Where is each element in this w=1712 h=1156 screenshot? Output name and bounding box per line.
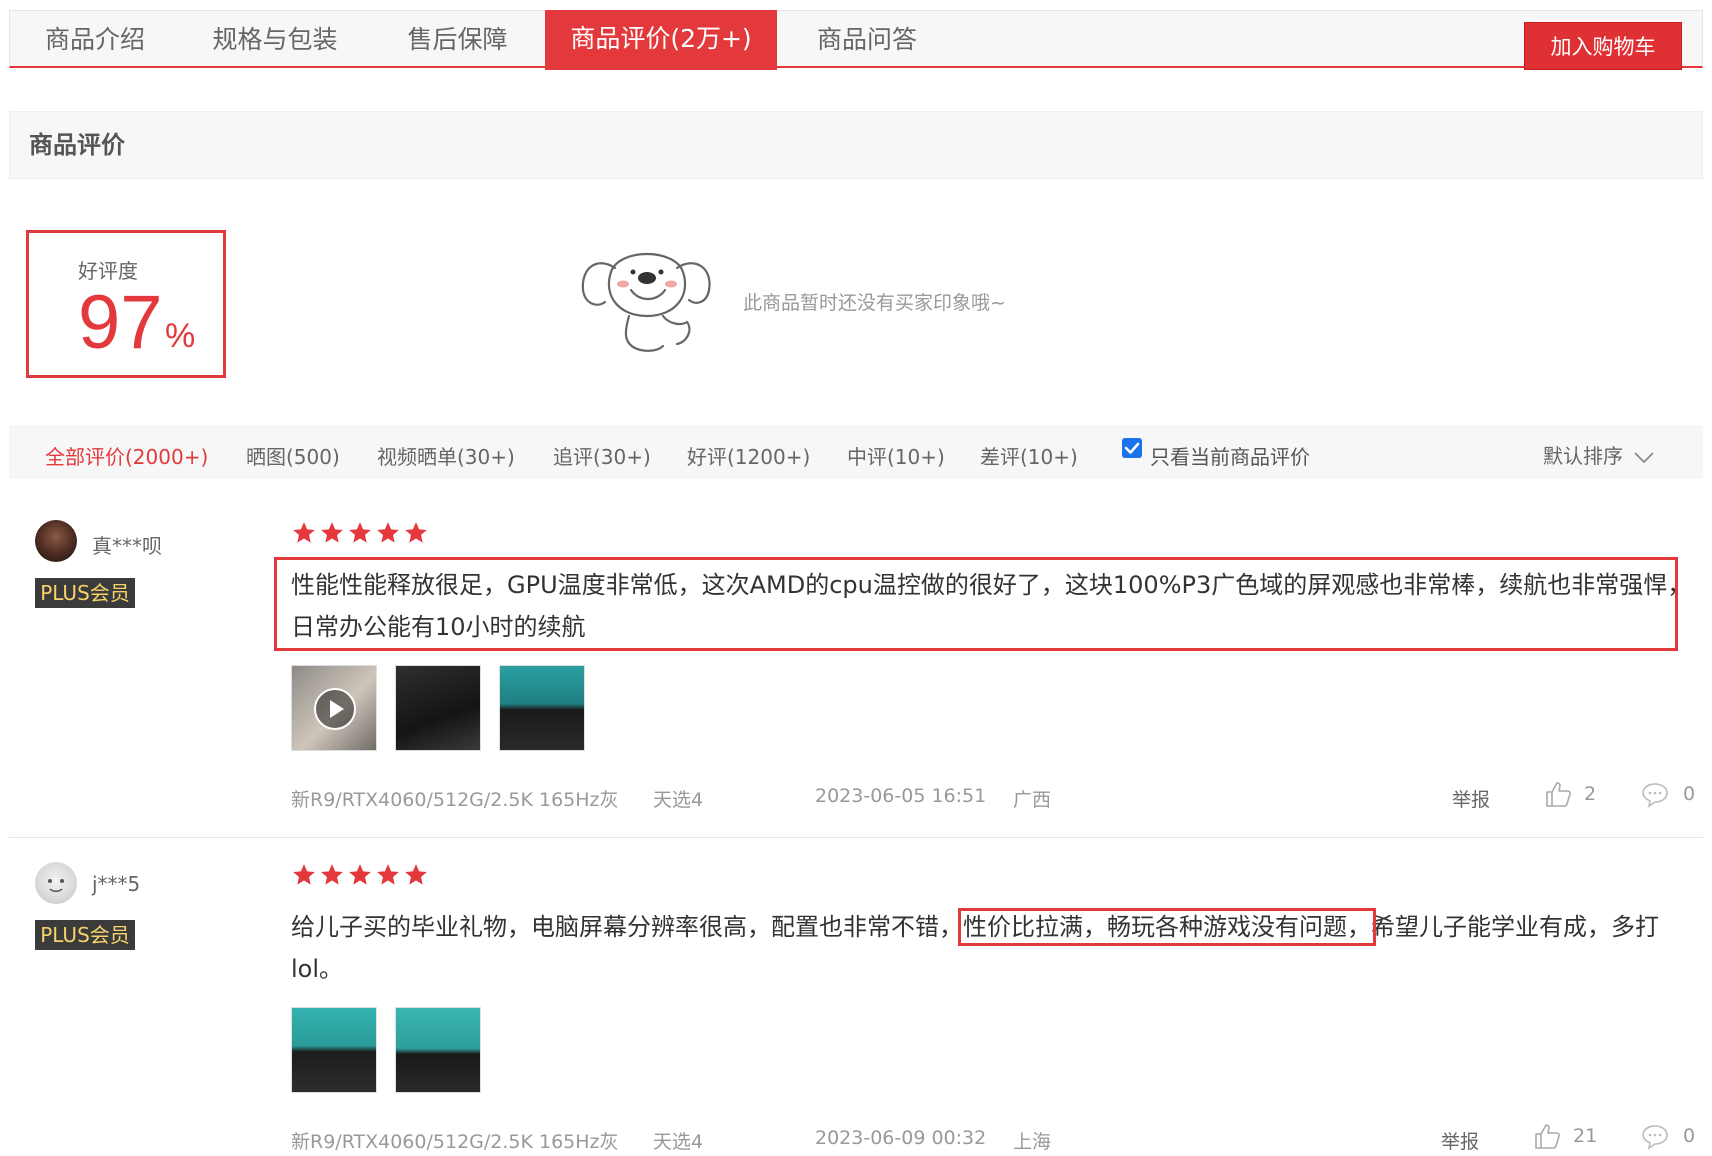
review-divider (9, 837, 1703, 838)
avatar[interactable] (35, 520, 77, 562)
add-to-cart-button[interactable]: 加入购物车 (1524, 22, 1682, 70)
sort-dropdown[interactable]: 默认排序 (1543, 440, 1655, 469)
like-count: 2 (1584, 782, 1597, 805)
tab-product-intro[interactable]: 商品介绍 (10, 11, 180, 69)
tab-reviews[interactable]: 商品评价(2万+) (545, 10, 777, 70)
review-date: 2023-06-05 16:51 (815, 785, 987, 807)
default-avatar-icon (48, 879, 64, 892)
positive-rate-box: 好评度 97 % (26, 230, 226, 378)
filter-followup[interactable]: 追评(30+) (553, 441, 651, 470)
review-content-highlight: 性价比拉满，畅玩各种游戏没有问题， (958, 908, 1376, 946)
tab-after-sale[interactable]: 售后保障 (370, 11, 545, 69)
positive-rate-value: 97 (78, 280, 163, 365)
comment-icon (1642, 783, 1668, 808)
like-count: 21 (1573, 1124, 1598, 1147)
comment-count: 0 (1683, 782, 1696, 805)
play-icon (314, 688, 356, 730)
review-image-thumb[interactable] (395, 1007, 481, 1093)
thumbs-up-icon (1546, 782, 1571, 807)
tab-spec-package[interactable]: 规格与包装 (180, 11, 370, 69)
section-title: 商品评价 (9, 111, 1703, 179)
star-icon (293, 864, 315, 885)
review-content-line: lol。 (291, 955, 344, 983)
comment-button[interactable]: 0 (1641, 780, 1695, 808)
checkmark-icon (1124, 442, 1140, 454)
comment-count: 0 (1683, 1124, 1696, 1147)
comment-icon (1642, 1125, 1668, 1150)
chevron-down-icon (1634, 451, 1654, 463)
review-content: 性能性能释放很足，GPU温度非常低，这次AMD的cpu温控做的很好了，这块100… (291, 564, 1691, 648)
product-spec: 新R9/RTX4060/512G/2.5K 165Hz灰 (291, 1131, 619, 1153)
product-model: 天选4 (653, 1131, 704, 1153)
review-content-line: 性能性能释放很足，GPU温度非常低，这次AMD的cpu温控做的很好了，这块100… (291, 571, 1692, 599)
review-content: 给儿子买的毕业礼物，电脑屏幕分辨率很高，配置也非常不错，性价比拉满，畅玩各种游戏… (291, 906, 1691, 990)
review-date: 2023-06-09 00:32 (815, 1127, 987, 1149)
filter-neutral[interactable]: 中评(10+) (847, 441, 945, 470)
no-impression-text: 此商品暂时还没有买家印象哦~ (743, 292, 1006, 314)
filter-videos[interactable]: 视频晒单(30+) (377, 441, 515, 470)
review-images (291, 1007, 481, 1093)
comment-button[interactable]: 0 (1641, 1122, 1695, 1150)
review-content-segment: 给儿子买的毕业礼物，电脑屏幕分辨率很高，配置也非常不错， (291, 913, 963, 941)
like-button[interactable]: 21 (1533, 1122, 1597, 1150)
only-current-label[interactable]: 只看当前商品评价 (1150, 441, 1310, 470)
star-icon (293, 522, 315, 543)
reviewer-name: j***5 (92, 872, 141, 896)
only-current-checkbox[interactable] (1122, 438, 1142, 458)
filter-positive[interactable]: 好评(1200+) (687, 441, 810, 470)
avatar[interactable] (35, 862, 77, 904)
report-link[interactable]: 举报 (1441, 1127, 1479, 1154)
sort-label: 默认排序 (1543, 444, 1623, 468)
star-icon (377, 864, 399, 885)
star-icon (405, 522, 427, 543)
star-rating (291, 520, 429, 546)
plus-member-badge: PLUS会员 (35, 920, 135, 950)
review-content-segment: 希望儿子能学业有成，多打 (1371, 913, 1659, 941)
product-model: 天选4 (653, 789, 704, 811)
review-images (291, 665, 585, 751)
star-icon (349, 864, 371, 885)
review-image-thumb[interactable] (291, 1007, 377, 1093)
star-icon (321, 864, 343, 885)
review-content-line: 日常办公能有10小时的续航 (291, 613, 586, 641)
star-icon (349, 522, 371, 543)
review-item: j***5 PLUS会员 给儿子买的毕业礼物，电脑屏幕分辨率很高，配置也非常不错… (9, 842, 1703, 1154)
review-region: 上海 (1013, 1131, 1052, 1153)
like-button[interactable]: 2 (1544, 780, 1596, 808)
tab-qa[interactable]: 商品问答 (777, 11, 957, 69)
filter-negative[interactable]: 差评(10+) (980, 441, 1078, 470)
review-image-thumb[interactable] (499, 665, 585, 751)
review-item: 真***呗 PLUS会员 性能性能释放很足，GPU温度非常低，这次AMD的cpu… (9, 500, 1703, 830)
product-tab-bar: 商品介绍 规格与包装 售后保障 商品评价(2万+) 商品问答 加入购物车 (9, 10, 1703, 70)
star-icon (405, 864, 427, 885)
review-filter-bar: 全部评价(2000+) 晒图(500) 视频晒单(30+) 追评(30+) 好评… (9, 426, 1703, 478)
star-icon (321, 522, 343, 543)
report-link[interactable]: 举报 (1452, 785, 1490, 812)
reviewer-name: 真***呗 (92, 534, 162, 558)
joy-dog-mascot-icon (581, 253, 711, 352)
review-region: 广西 (1013, 789, 1052, 811)
plus-member-badge: PLUS会员 (35, 578, 135, 608)
filter-photos[interactable]: 晒图(500) (246, 441, 340, 470)
thumbs-up-icon (1535, 1124, 1560, 1149)
product-spec: 新R9/RTX4060/512G/2.5K 165Hz灰 (291, 789, 619, 811)
review-image-thumb[interactable] (395, 665, 481, 751)
review-video-thumb[interactable] (291, 665, 377, 751)
positive-rate-unit: % (165, 317, 196, 355)
filter-all[interactable]: 全部评价(2000+) (45, 441, 208, 470)
star-icon (377, 522, 399, 543)
star-rating (291, 862, 429, 888)
